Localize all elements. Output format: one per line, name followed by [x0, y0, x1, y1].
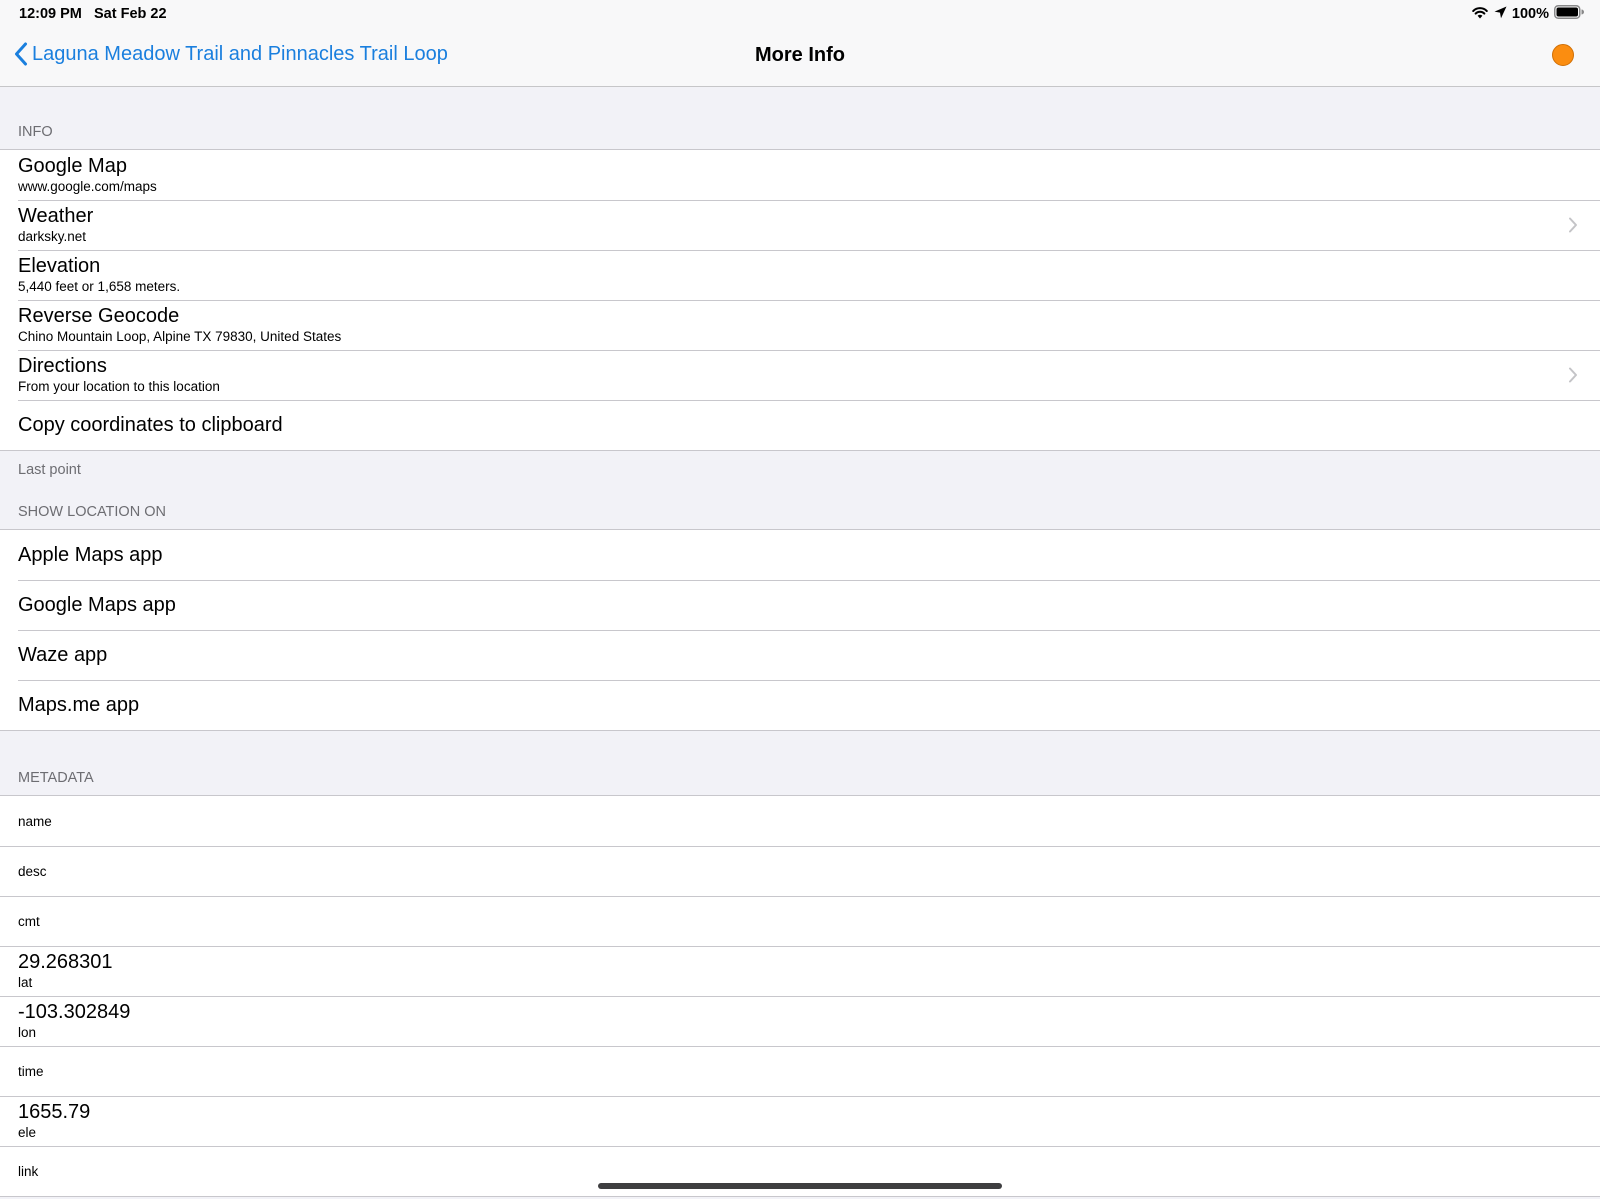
show-location-apple-maps[interactable]: Apple Maps app [0, 530, 1600, 580]
metadata-row-lon[interactable]: -103.302849 lon [0, 996, 1600, 1046]
status-bar: 12:09 PM Sat Feb 22 100% [0, 0, 1600, 28]
info-row-elevation[interactable]: Elevation 5,440 feet or 1,658 meters. [0, 250, 1600, 300]
show-location-maps-me[interactable]: Maps.me app [0, 680, 1600, 730]
row-title: Google Map [18, 155, 127, 177]
status-time: 12:09 PM [19, 6, 82, 22]
show-location-waze[interactable]: Waze app [0, 630, 1600, 680]
page-title: More Info [755, 44, 845, 66]
metadata-group: name desc cmt 29.268301 lat -103.302849 … [0, 795, 1600, 1197]
row-title: Copy coordinates to clipboard [18, 414, 283, 436]
location-arrow-icon [1494, 6, 1507, 23]
wifi-icon [1471, 5, 1489, 23]
info-row-weather[interactable]: Weather darksky.net [0, 200, 1600, 250]
metadata-value: -103.302849 [18, 1001, 131, 1023]
row-title: Weather [18, 205, 94, 227]
section-footer-info: Last point [18, 462, 81, 478]
row-title: Waze app [18, 644, 108, 666]
show-location-google-maps[interactable]: Google Maps app [0, 580, 1600, 630]
metadata-label: lon [18, 1025, 37, 1040]
section-header-info: INFO [18, 124, 53, 140]
metadata-row-time[interactable]: time [0, 1046, 1600, 1096]
show-location-group: Apple Maps app Google Maps app Waze app … [0, 529, 1600, 731]
chevron-right-icon [1569, 217, 1577, 233]
metadata-label: desc [18, 863, 47, 879]
row-title: Maps.me app [18, 694, 140, 716]
navigation-bar: Laguna Meadow Trail and Pinnacles Trail … [0, 28, 1600, 87]
info-row-copy-coordinates[interactable]: Copy coordinates to clipboard [0, 400, 1600, 450]
battery-icon [1554, 5, 1584, 23]
info-group: Google Map www.google.com/maps Weather d… [0, 149, 1600, 451]
row-subtitle: www.google.com/maps [18, 179, 157, 194]
metadata-label: time [18, 1063, 44, 1079]
row-subtitle: 5,440 feet or 1,658 meters. [18, 279, 181, 294]
metadata-value: 1655.79 [18, 1101, 91, 1123]
metadata-row-lat[interactable]: 29.268301 lat [0, 946, 1600, 996]
content: INFO Google Map www.google.com/maps Weat… [0, 87, 1600, 1197]
row-title: Elevation [18, 255, 101, 277]
home-indicator[interactable] [598, 1183, 1002, 1189]
status-date: Sat Feb 22 [94, 6, 167, 22]
metadata-row-desc[interactable]: desc [0, 846, 1600, 896]
status-indicators: 100% [1471, 5, 1584, 23]
row-subtitle: darksky.net [18, 229, 87, 244]
metadata-row-cmt[interactable]: cmt [0, 896, 1600, 946]
battery-percent: 100% [1511, 6, 1549, 22]
info-row-google-map[interactable]: Google Map www.google.com/maps [0, 150, 1600, 200]
chevron-right-icon [1569, 367, 1577, 383]
row-title: Reverse Geocode [18, 305, 180, 327]
row-title: Directions [18, 355, 107, 377]
metadata-value: 29.268301 [18, 951, 113, 973]
row-subtitle: Chino Mountain Loop, Alpine TX 79830, Un… [18, 329, 342, 344]
status-dot[interactable] [1552, 44, 1574, 66]
metadata-label: ele [18, 1125, 37, 1140]
info-row-reverse-geocode[interactable]: Reverse Geocode Chino Mountain Loop, Alp… [0, 300, 1600, 350]
info-row-directions[interactable]: Directions From your location to this lo… [0, 350, 1600, 400]
row-subtitle: From your location to this location [18, 379, 220, 394]
section-header-show-location: SHOW LOCATION ON [18, 504, 166, 520]
metadata-label: name [18, 813, 52, 829]
metadata-row-ele[interactable]: 1655.79 ele [0, 1096, 1600, 1146]
row-title: Apple Maps app [18, 544, 163, 566]
row-title: Google Maps app [18, 594, 176, 616]
metadata-label: link [18, 1163, 39, 1179]
metadata-label: cmt [18, 913, 40, 929]
metadata-row-name[interactable]: name [0, 796, 1600, 846]
section-header-metadata: METADATA [18, 770, 94, 786]
metadata-label: lat [18, 975, 33, 990]
